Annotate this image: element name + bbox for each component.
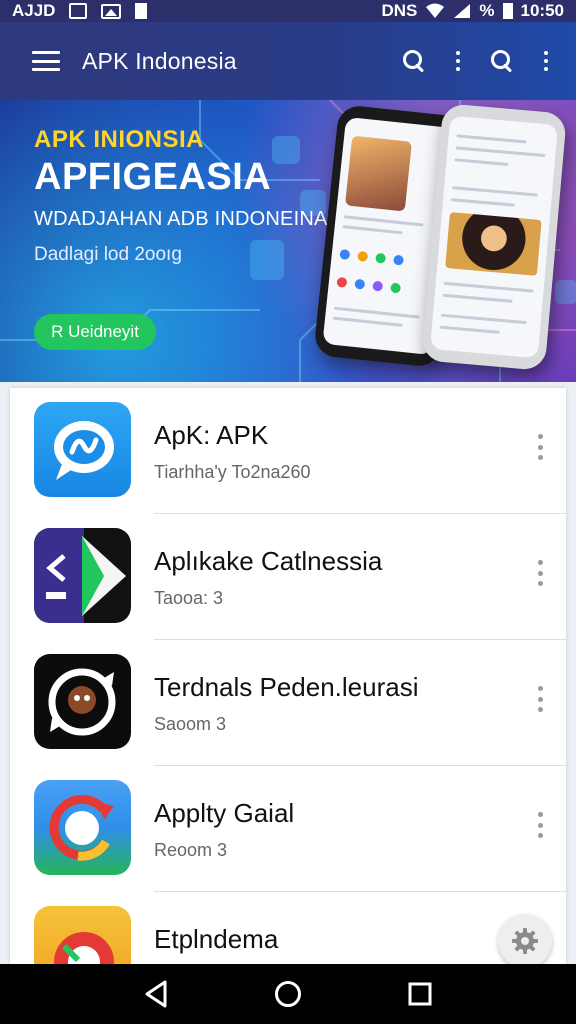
document-icon [135,3,148,19]
row-more-icon[interactable] [538,434,543,460]
row-more-icon[interactable] [538,560,543,586]
content-photo [445,212,542,276]
app-meta: Taooa: 3 [154,588,224,608]
overflow-menu-icon[interactable] [544,51,548,71]
list-item[interactable]: ApK: APK Tiarhha'y To2na260 [10,388,566,514]
menu-icon[interactable] [32,51,60,71]
banner-headline: APFIGEASIA [34,156,272,198]
gallery-icon [101,3,122,19]
banner-note: Dadlagi lod 2ooıg [34,244,182,265]
circular-arrow-icon [34,780,131,875]
app-title: APK Indonesia [82,47,237,74]
chat-bubble-icon [34,402,131,497]
screen: AJJD DNS % 10:50 APK Indonesia APK INION… [0,0,576,1024]
app-meta: Reoom 3 [154,840,228,860]
gear-icon [512,928,538,954]
search-icon[interactable] [402,49,426,73]
phone-mockup-light [420,103,568,371]
list-item[interactable]: Applty Gaial Reoom 3 [10,766,566,892]
row-more-icon[interactable] [538,812,543,838]
row-more-icon[interactable] [538,686,543,712]
battery-icon [502,3,513,19]
notification-icon [69,3,88,19]
list-item[interactable]: Terdnals Peden.leurasi Saoom 3 [10,640,566,766]
app-name: Applty Gaial [154,798,295,828]
banner-tag: APK INIONSIA [34,126,205,153]
signal-icon [454,4,471,18]
app-meta: Tiarhha'y To2na260 [154,462,311,482]
banner-cta-button[interactable]: R Ueidneyit [34,314,156,350]
list-item[interactable]: Etplndema [10,892,566,964]
wifi-icon [426,3,445,18]
app-name: Terdnals Peden.leurasi [154,672,419,702]
refresh-monkey-icon [34,654,131,749]
list-item[interactable]: Aplıkake Catlnessia Taooa: 3 [10,514,566,640]
app-name: Aplıkake Catlnessia [154,546,383,576]
system-nav-bar [0,964,576,1024]
app-bar: APK Indonesia [0,22,576,100]
home-icon[interactable] [268,974,308,1014]
more-options-icon[interactable] [456,51,460,71]
settings-fab[interactable] [498,914,552,968]
battery-percent: % [479,1,495,20]
status-time: 10:50 [520,1,564,20]
status-network-text: DNS [381,1,418,20]
app-name: ApK: APK [154,420,269,450]
promo-banner[interactable]: APK INIONSIA APFIGEASIA WDADJAHAN ADB IN… [0,100,576,382]
app-list: ApK: APK Tiarhha'y To2na260 Aplıkake Cat… [10,388,566,964]
search-icon-secondary[interactable] [490,49,514,73]
status-bar: AJJD DNS % 10:50 [0,0,576,22]
sticker-icon [34,906,131,964]
back-icon[interactable] [136,974,176,1014]
app-meta: Saoom 3 [154,714,227,734]
recents-icon[interactable] [400,974,440,1014]
status-carrier-text: AJJD [12,1,56,20]
banner-subtitle: WDADJAHAN ADB INDONEINA [34,208,328,230]
arrow-play-icon [34,528,131,623]
profile-photo [344,135,412,212]
app-name: Etplndema [154,924,279,954]
